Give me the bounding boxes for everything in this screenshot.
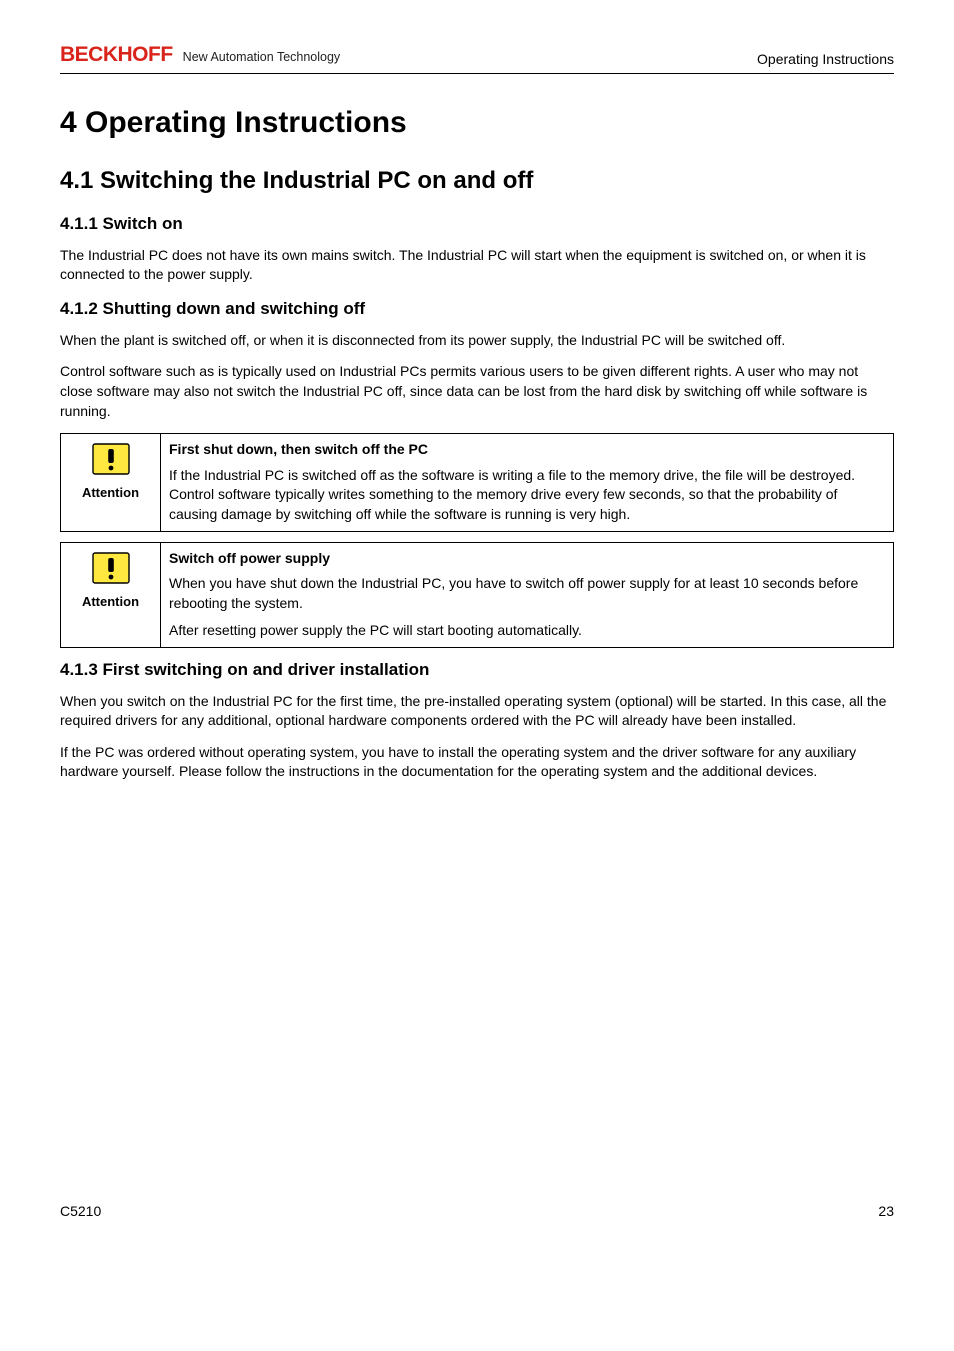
- notice-label: Attention: [82, 593, 139, 611]
- notice-text: After resetting power supply the PC will…: [169, 621, 885, 641]
- footer-left: C5210: [60, 1202, 101, 1222]
- paragraph: If the PC was ordered without operating …: [60, 743, 894, 782]
- notice-title: First shut down, then switch off the PC: [169, 440, 885, 460]
- page-header: BECKHOFF New Automation Technology Opera…: [60, 40, 894, 74]
- notice-body: Switch off power supply When you have sh…: [161, 542, 894, 647]
- notice-icon-cell: Attention: [61, 542, 161, 647]
- paragraph: When you switch on the Industrial PC for…: [60, 692, 894, 731]
- attention-notice: Attention First shut down, then switch o…: [60, 433, 894, 531]
- notice-body: First shut down, then switch off the PC …: [161, 434, 894, 531]
- paragraph: Control software such as is typically us…: [60, 362, 894, 421]
- subsection-heading-4-1-1: 4.1.1 Switch on: [60, 212, 894, 236]
- notice-text: When you have shut down the Industrial P…: [169, 574, 885, 613]
- notice-text: If the Industrial PC is switched off as …: [169, 466, 885, 525]
- header-section-title: Operating Instructions: [757, 50, 894, 70]
- brand-tagline: New Automation Technology: [183, 49, 341, 67]
- logo-block: BECKHOFF New Automation Technology: [60, 40, 340, 69]
- page-footer: C5210 23: [60, 1202, 894, 1222]
- brand-logo: BECKHOFF: [60, 40, 173, 69]
- paragraph: The Industrial PC does not have its own …: [60, 246, 894, 285]
- notice-title: Switch off power supply: [169, 549, 885, 569]
- notice-label: Attention: [82, 484, 139, 502]
- paragraph: When the plant is switched off, or when …: [60, 331, 894, 351]
- attention-icon: [90, 440, 132, 478]
- notice-icon-cell: Attention: [61, 434, 161, 531]
- footer-page-number: 23: [878, 1202, 894, 1222]
- chapter-heading: 4 Operating Instructions: [60, 102, 894, 144]
- attention-icon: [90, 549, 132, 587]
- subsection-heading-4-1-3: 4.1.3 First switching on and driver inst…: [60, 658, 894, 682]
- attention-notice: Attention Switch off power supply When y…: [60, 542, 894, 648]
- section-heading-4-1: 4.1 Switching the Industrial PC on and o…: [60, 164, 894, 198]
- subsection-heading-4-1-2: 4.1.2 Shutting down and switching off: [60, 297, 894, 321]
